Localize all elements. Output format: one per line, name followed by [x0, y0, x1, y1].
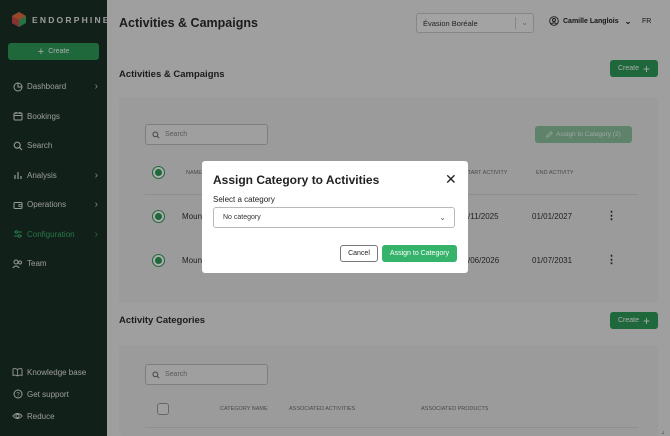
category-select-value: No category: [223, 214, 261, 221]
cancel-button[interactable]: Cancel: [340, 245, 378, 262]
dialog-title: Assign Category to Activities: [213, 173, 380, 187]
close-icon[interactable]: ✕: [445, 172, 457, 186]
category-select[interactable]: No category ⌄: [213, 207, 455, 228]
assign-category-dialog: Assign Category to Activities ✕ Select a…: [202, 161, 468, 273]
assign-to-category-confirm-button[interactable]: Assign to Category: [382, 245, 457, 262]
chevron-down-icon: ⌄: [439, 213, 446, 222]
category-select-label: Select a category: [213, 195, 275, 204]
resize-handle-icon[interactable]: ⌟: [661, 426, 665, 435]
